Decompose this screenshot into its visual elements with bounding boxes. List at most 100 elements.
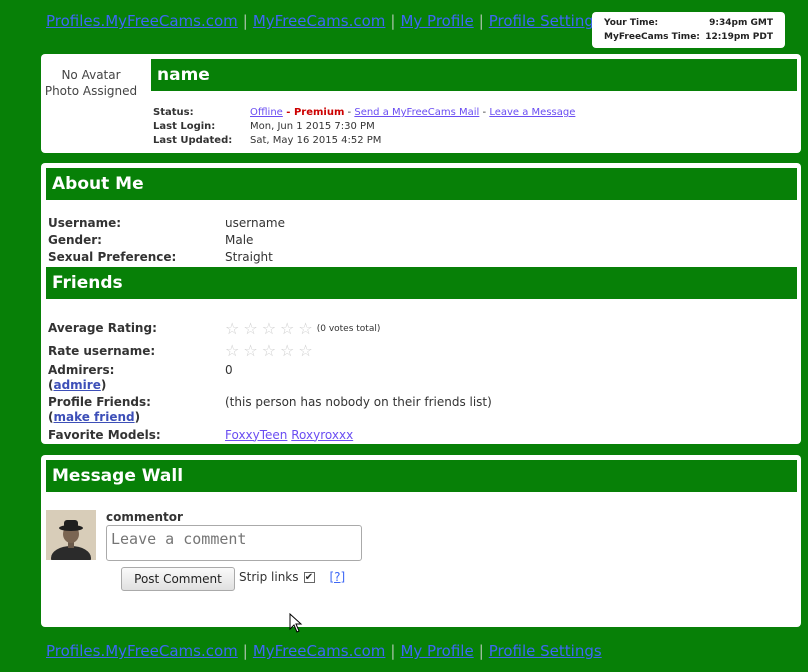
status-offline-link[interactable]: Offline: [250, 107, 283, 118]
commentor-name: commentor: [106, 510, 183, 524]
admirers-row: Admirers: (admire) 0: [48, 363, 748, 393]
friends-fields: Average Rating: ☆ ☆ ☆ ☆ ☆ (0 votes total) Ra…: [48, 317, 748, 444]
message-wall-panel: Message Wall commentor Post Comment Stri…: [41, 455, 801, 627]
rate-star-icon[interactable]: ☆: [225, 340, 239, 362]
average-rating-row: Average Rating: ☆ ☆ ☆ ☆ ☆ (0 votes total): [48, 317, 748, 340]
about-panel: About Me Username: username Gender: Male…: [41, 163, 801, 444]
profile-friends-value: (this person has nobody on their friends…: [225, 394, 492, 409]
favorite-model-link[interactable]: FoxxyTeen: [225, 428, 287, 442]
gender-label: Gender:: [48, 233, 102, 247]
dash-separator: -: [282, 107, 294, 118]
avatar-portrait-icon: [46, 510, 96, 560]
nav-link-my-profile[interactable]: My Profile: [400, 642, 473, 660]
username-value: username: [225, 216, 285, 230]
profile-name-heading: name: [151, 59, 797, 91]
last-login-label: Last Login:: [153, 121, 216, 132]
username-label: Username:: [48, 216, 122, 230]
preference-label: Sexual Preference:: [48, 250, 177, 264]
favorite-models-label: Favorite Models:: [48, 427, 161, 442]
favorite-model-link[interactable]: Roxyroxxx: [291, 428, 353, 442]
votes-total: (0 votes total): [316, 323, 381, 334]
star-icon: ☆: [243, 318, 258, 338]
rate-label: Rate username:: [48, 343, 156, 358]
profile-friends-label-block: Profile Friends: (make friend): [48, 394, 151, 424]
gender-value: Male: [225, 233, 254, 247]
about-fields: Username: username Gender: Male Sexual P…: [48, 215, 285, 266]
username-row: Username: username: [48, 215, 285, 232]
nav-link-profile-settings[interactable]: Profile Settings: [489, 642, 602, 660]
average-rating-value: ☆ ☆ ☆ ☆ ☆ (0 votes total): [225, 317, 380, 340]
last-login-row: Last Login: Mon, Jun 1 2015 7:30 PM: [153, 120, 575, 134]
no-avatar-line1: No Avatar: [61, 68, 121, 82]
mfc-time-row: MyFreeCams Time: 12:19pm PDT: [604, 30, 773, 44]
status-row: Status: Offline - Premium - Send a MyFre…: [153, 106, 575, 120]
nav-link-myfreecams[interactable]: MyFreeCams.com: [253, 642, 386, 660]
mfc-time-label: MyFreeCams Time:: [604, 32, 700, 42]
admirers-value: 0: [225, 362, 233, 377]
favorite-models-row: Favorite Models: FoxxyTeen Roxyroxxx: [48, 427, 748, 444]
nav-link-profiles[interactable]: Profiles.MyFreeCams.com: [46, 642, 238, 660]
profile-friends-row: Profile Friends: (make friend) (this pers…: [48, 395, 748, 425]
strip-links-option: Strip links ✔ [?]: [239, 570, 345, 584]
rate-star-icon[interactable]: ☆: [280, 340, 294, 362]
star-icon: ☆: [261, 318, 277, 338]
last-updated-label: Last Updated:: [153, 135, 233, 146]
nav-separator: |: [478, 12, 484, 30]
strip-links-label: Strip links: [239, 570, 299, 584]
nav-separator: |: [478, 642, 484, 660]
strip-links-checkbox[interactable]: ✔: [303, 571, 315, 583]
about-me-heading: About Me: [46, 168, 797, 200]
make-friend-link[interactable]: make friend: [53, 410, 134, 424]
admirers-label-block: Admirers: (admire): [48, 362, 115, 392]
star-icon: ☆: [280, 318, 295, 338]
rate-star-icon[interactable]: ☆: [298, 340, 312, 362]
nav-separator: |: [242, 642, 248, 660]
preference-row: Sexual Preference: Straight: [48, 249, 285, 266]
your-time-label: Your Time:: [604, 18, 659, 28]
send-mail-link[interactable]: Send a MyFreeCams Mail: [354, 107, 479, 118]
star-icon: ☆: [298, 318, 313, 338]
status-values: Offline - Premium - Send a MyFreeCams Ma…: [250, 106, 575, 120]
preference-value: Straight: [225, 250, 273, 264]
dash-separator: -: [479, 107, 490, 118]
admire-link[interactable]: admire: [53, 378, 100, 392]
post-comment-button[interactable]: Post Comment: [121, 567, 235, 591]
last-login-value: Mon, Jun 1 2015 7:30 PM: [250, 121, 375, 132]
status-label: Status:: [153, 107, 194, 118]
profile-header-panel: No Avatar Photo Assigned name Status: Of…: [41, 54, 801, 153]
last-updated-value: Sat, May 16 2015 4:52 PM: [250, 135, 382, 146]
help-link[interactable]: [?]: [330, 570, 346, 584]
avatar: [46, 510, 96, 560]
bottom-nav: Profiles.MyFreeCams.com | MyFreeCams.com | M…: [46, 642, 602, 660]
nav-separator: |: [390, 642, 396, 660]
average-rating-stars: ☆ ☆ ☆ ☆ ☆: [225, 318, 313, 340]
no-avatar-line2: Photo Assigned: [44, 84, 138, 98]
leave-message-link[interactable]: Leave a Message: [489, 107, 575, 118]
message-wall-heading: Message Wall: [46, 460, 797, 492]
average-rating-label: Average Rating:: [48, 321, 157, 335]
status-table: Status: Offline - Premium - Send a MyFre…: [153, 106, 575, 148]
admirers-label: Admirers:: [48, 362, 115, 377]
top-nav: Profiles.MyFreeCams.com | MyFreeCams.com | M…: [46, 12, 602, 30]
rate-stars: ☆ ☆ ☆ ☆ ☆: [225, 340, 313, 362]
favorite-models-list: FoxxyTeen Roxyroxxx: [225, 427, 353, 444]
nav-link-my-profile[interactable]: My Profile: [400, 12, 473, 30]
nav-link-profiles[interactable]: Profiles.MyFreeCams.com: [46, 12, 238, 30]
nav-link-profile-settings[interactable]: Profile Settings: [489, 12, 602, 30]
gender-row: Gender: Male: [48, 232, 285, 249]
premium-badge: Premium: [293, 107, 345, 118]
star-icon: ☆: [225, 318, 240, 338]
rate-star-icon[interactable]: ☆: [243, 340, 257, 362]
nav-link-myfreecams[interactable]: MyFreeCams.com: [253, 12, 386, 30]
dash-separator: -: [344, 107, 355, 118]
your-time-value: 9:34pm GMT: [709, 18, 773, 28]
rate-star-icon[interactable]: ☆: [262, 340, 276, 362]
friends-heading: Friends: [46, 267, 797, 299]
rate-row: Rate username: ☆ ☆ ☆ ☆ ☆: [48, 340, 748, 362]
nav-separator: |: [390, 12, 396, 30]
profile-friends-label: Profile Friends:: [48, 394, 151, 409]
time-box: Your Time: 9:34pm GMT MyFreeCams Time: 1…: [592, 12, 785, 48]
last-updated-row: Last Updated: Sat, May 16 2015 4:52 PM: [153, 134, 575, 148]
comment-input[interactable]: [106, 525, 362, 561]
mouse-cursor-icon: [289, 613, 303, 633]
